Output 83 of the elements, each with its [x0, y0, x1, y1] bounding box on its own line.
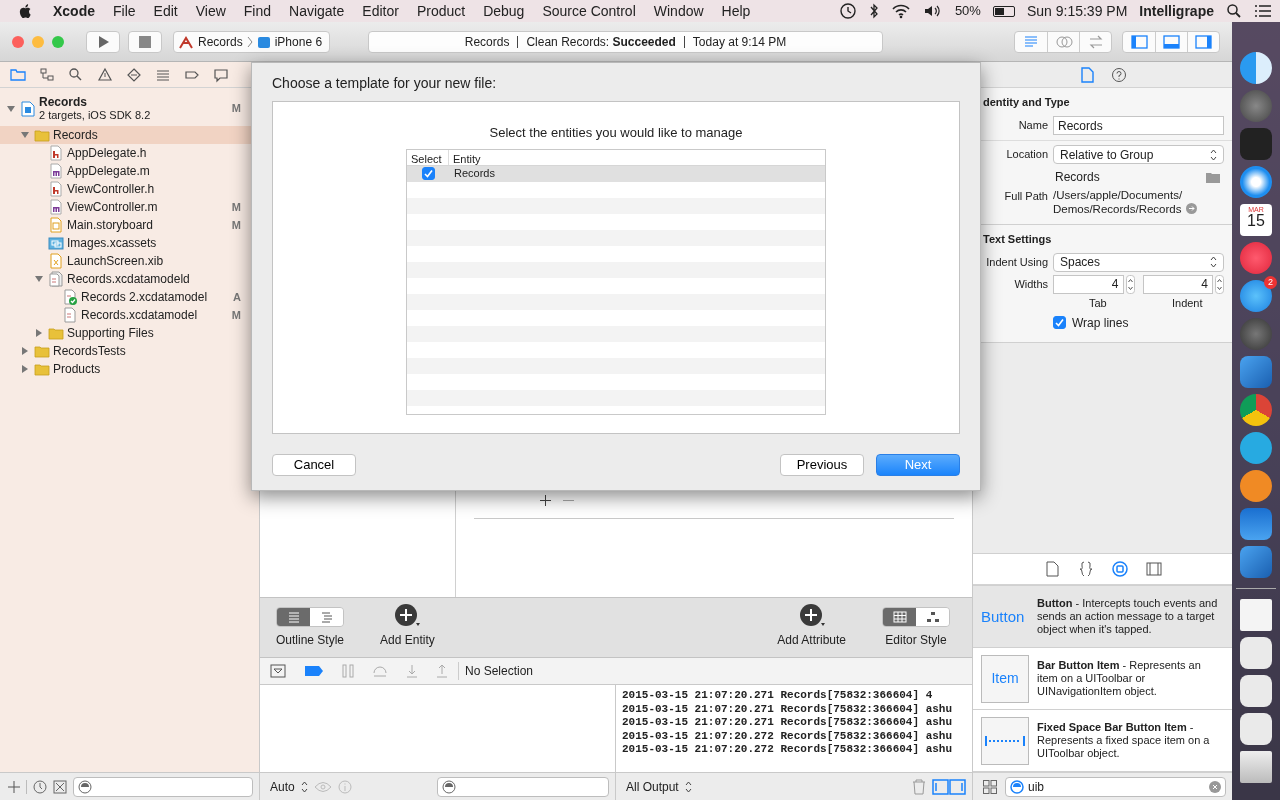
entity-name: Records — [453, 166, 495, 182]
activity-status: Clean Records: Succeeded — [526, 33, 676, 51]
menu-item[interactable]: Product — [407, 0, 475, 22]
field-label: Widths — [1013, 276, 1049, 292]
item-description: Button - Intercepts touch events and sends an action message to a target object when it's tapped. — [1037, 597, 1219, 636]
file-name[interactable]: ViewController.h — [67, 180, 155, 198]
field-caption: Tab — [1087, 296, 1108, 311]
path-text: Demos/Records/Records — [1053, 201, 1182, 216]
file-name[interactable]: ViewController.m — [67, 198, 158, 216]
status-letter: A — [233, 289, 241, 305]
column-header: Select — [407, 149, 449, 165]
menu-item[interactable]: Source Control — [533, 0, 645, 22]
file-name[interactable]: Supporting Files — [67, 324, 154, 342]
toolbar-label: Add Attribute — [777, 632, 846, 649]
library-item[interactable]: Fixed Space Bar Button Item - Represents a fixed space item on a UIToolbar object. — [973, 710, 1232, 772]
user-name[interactable]: Intelligrape — [1139, 0, 1214, 22]
toolbar-label: Editor Style — [885, 632, 947, 649]
file-name[interactable]: AppDelegate.h — [67, 144, 147, 162]
file-name[interactable]: Images.xcassets — [67, 234, 157, 252]
item-description: Fixed Space Bar Button Item - Represents a fixed space item on a UIToolbar object. — [1037, 721, 1211, 760]
dialog-title: Choose a template for your new file: — [272, 74, 498, 93]
menu-item[interactable]: Navigate — [280, 0, 354, 22]
field-caption: Indent — [1170, 296, 1204, 311]
field-label: Name — [1017, 118, 1049, 134]
menu-item[interactable]: Edit — [144, 0, 187, 22]
file-name[interactable]: Records.xcdatamodeld — [67, 270, 190, 288]
project-subtitle: 2 targets, iOS SDK 8.2 — [39, 108, 151, 122]
project-name[interactable]: Records — [39, 95, 151, 109]
menu-item[interactable]: File — [104, 0, 145, 22]
file-name[interactable]: LaunchScreen.xib — [67, 252, 164, 270]
field-label: Location — [1005, 147, 1049, 163]
item-description: Bar Button Item - Represents an item on a UIToolbar or UINavigationItem object. — [1037, 659, 1202, 698]
dialog-button[interactable]: Previous — [780, 454, 864, 476]
library-item[interactable]: Item Bar Button Item - Represents an item on a UIToolbar or UINavigationItem object. — [973, 648, 1232, 710]
section-title: Text Settings — [982, 231, 1053, 247]
path-text: /Users/apple/Documents/ — [1053, 187, 1183, 202]
status-letter: M — [231, 307, 241, 323]
battery-percent: 50% — [954, 2, 981, 21]
file-name[interactable]: Records 2.xcdatamodel — [81, 288, 208, 306]
menu-item[interactable]: View — [186, 0, 235, 22]
bar-item-preview: Item — [981, 654, 1029, 703]
file-name[interactable]: Records.xcdatamodel — [81, 306, 198, 324]
status-letter: M — [231, 101, 241, 117]
output-popup[interactable]: All Output — [626, 777, 679, 796]
button-preview: Button — [981, 610, 1026, 623]
status-letter: M — [231, 217, 241, 233]
library-filter-field[interactable]: uib — [1005, 776, 1226, 797]
indent-popup[interactable]: Spaces — [1053, 252, 1224, 272]
library-item[interactable]: Button Button - Intercepts touch events and sends an action message to a target object when it's tapped. — [973, 586, 1232, 648]
dock-badge: 2 — [1264, 276, 1277, 289]
menu-item[interactable]: Help — [712, 0, 760, 22]
name-field[interactable]: Records — [1053, 116, 1224, 135]
toolbar-label: Outline Style — [276, 632, 345, 649]
field-label: Full Path — [1003, 188, 1049, 204]
status-letter: M — [231, 199, 241, 215]
menu-item[interactable]: Window — [644, 0, 713, 22]
dialog-prompt: Select the entities you would like to manage — [489, 124, 743, 142]
wrap-lines-checkbox[interactable]: Wrap lines — [1053, 313, 1129, 332]
location-popup[interactable]: Relative to Group — [1053, 145, 1224, 164]
file-name[interactable]: Main.storyboard — [67, 216, 154, 234]
file-name[interactable]: Products — [53, 360, 101, 378]
file-name[interactable]: AppDelegate.m — [67, 162, 150, 180]
location-folder: Records — [1054, 168, 1100, 186]
scope-popup[interactable]: Auto — [270, 777, 295, 796]
toolbar-label: Add Entity — [380, 632, 435, 649]
menu-item[interactable]: Debug — [474, 0, 534, 22]
console-output: 2015-03-15 21:07:20.271 Records[75832:366604] 4 2015-03-15 21:07:20.271 Records[75832:366604] ashu 2015-03-15 21:07:20.271 Records[75832:366604] ashu 2015-03-15 21:07:20.272 Records[75832:366604] ashu 2015-03-15 21:07:20.272 Records[75832:366604] ashu — [621, 688, 954, 757]
debug-location: No Selection — [458, 662, 534, 680]
menu-item[interactable]: Find — [234, 0, 281, 22]
file-name[interactable]: RecordsTests — [53, 342, 126, 360]
indent-width-field[interactable]: 4 — [1142, 274, 1213, 294]
column-header: Entity — [452, 151, 482, 165]
section-title: dentity and Type — [982, 95, 1071, 110]
app-menu[interactable]: Xcode — [44, 0, 104, 22]
menubar-clock[interactable]: Sun 9:15:39 PM — [1026, 0, 1128, 22]
activity-project: Records — [464, 33, 510, 51]
tab-width-field[interactable]: 4 — [1053, 274, 1124, 294]
activity-time: Today at 9:14 PM — [692, 33, 787, 51]
calendar-day: 15 — [1247, 213, 1265, 229]
menu-item[interactable]: Editor — [353, 0, 408, 22]
field-label: Indent Using — [985, 254, 1049, 270]
file-name[interactable]: Records — [53, 126, 98, 144]
dialog-button[interactable]: Cancel — [272, 454, 356, 476]
